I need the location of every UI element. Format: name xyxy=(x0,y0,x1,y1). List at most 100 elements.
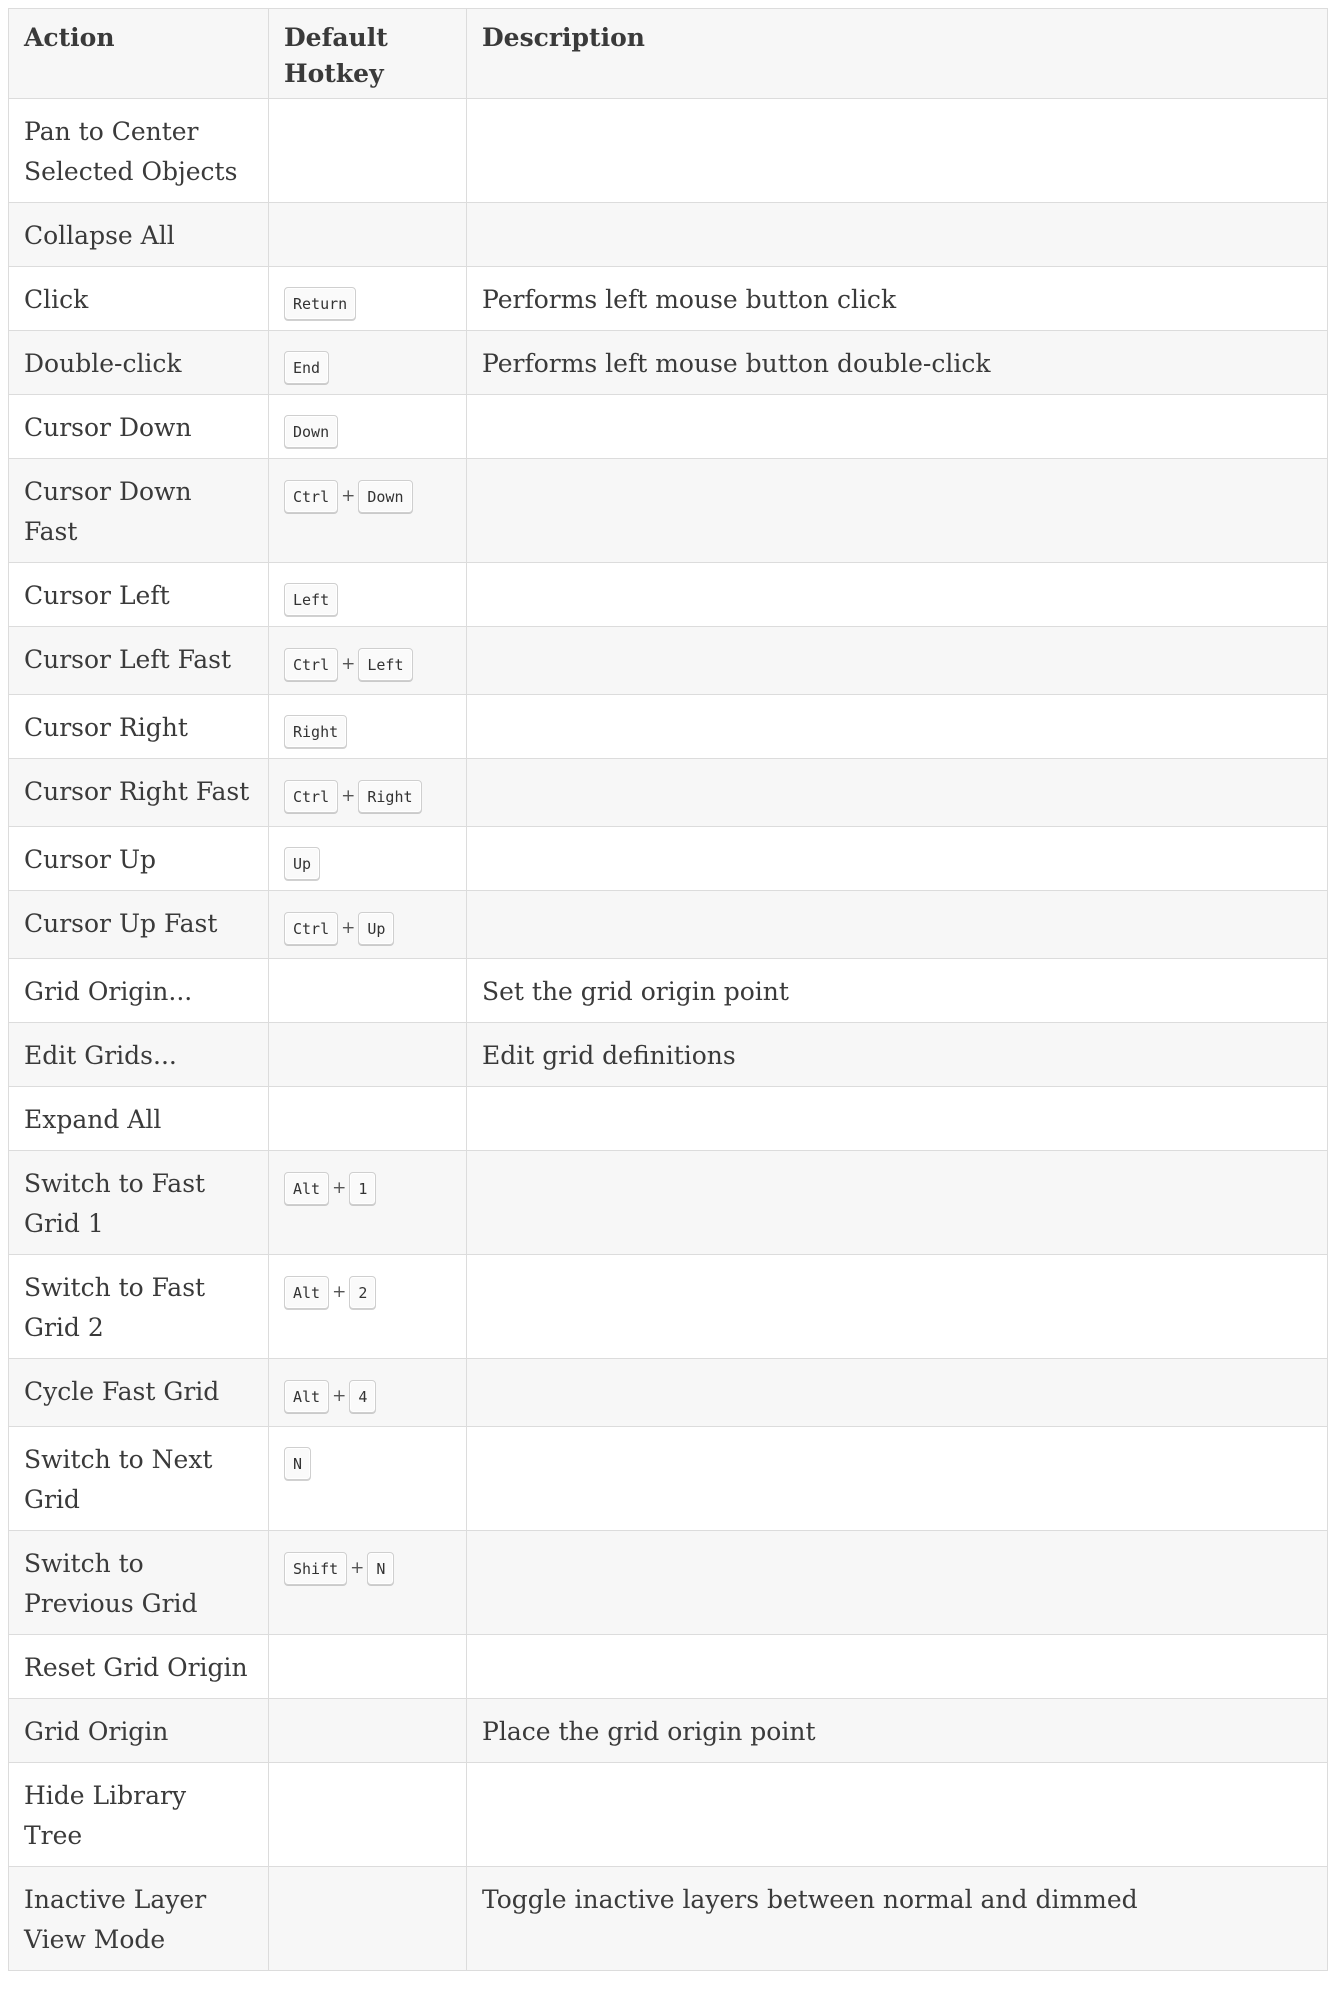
hotkey-table: Action Default Hotkey Description Pan to… xyxy=(8,8,1328,1971)
key-cap: Alt xyxy=(284,1275,330,1309)
action-cell: Double-click xyxy=(8,330,269,395)
description-cell xyxy=(466,758,1328,827)
hotkey-cell: Ctrl + Down xyxy=(268,458,467,563)
action-cell: Cursor Up Fast xyxy=(8,890,269,959)
hotkey-cell: Return xyxy=(268,266,467,331)
table-row: Hide Library Tree xyxy=(8,1762,1328,1867)
hotkey-cell xyxy=(268,1866,467,1971)
action-cell: Cursor Up xyxy=(8,826,269,891)
key-cap: Return xyxy=(284,287,357,320)
action-cell: Switch to Fast Grid 2 xyxy=(8,1254,269,1359)
key-cap: Up xyxy=(358,911,395,945)
key-cap: Down xyxy=(358,479,413,513)
key-plus-separator: + xyxy=(332,1178,347,1198)
key-cap: Ctrl xyxy=(284,779,339,813)
key-cap: 2 xyxy=(349,1275,377,1309)
hotkey-cell xyxy=(268,98,467,203)
key-plus-separator: + xyxy=(332,1282,347,1302)
header-action: Action xyxy=(8,8,269,99)
table-row: Switch to Fast Grid 1 Alt +1 xyxy=(8,1150,1328,1255)
hotkey-cell xyxy=(268,1086,467,1151)
key-plus-separator: + xyxy=(341,654,356,674)
action-cell: Switch to Previous Grid xyxy=(8,1530,269,1635)
description-cell xyxy=(466,694,1328,759)
description-cell xyxy=(466,98,1328,203)
key-cap: Ctrl xyxy=(284,911,339,945)
hotkey-cell: Alt +2 xyxy=(268,1254,467,1359)
table-row: Inactive Layer View Mode Toggle inactive … xyxy=(8,1866,1328,1971)
hotkey-cell xyxy=(268,1698,467,1763)
table-row: Edit Grids... Edit grid definitions xyxy=(8,1022,1328,1087)
description-cell xyxy=(466,890,1328,959)
hotkey-cell xyxy=(268,1022,467,1087)
table-row: Cursor Left Left xyxy=(8,562,1328,627)
description-cell xyxy=(466,1358,1328,1427)
table-row: Cursor Down Fast Ctrl + Down xyxy=(8,458,1328,563)
key-cap: Ctrl xyxy=(284,479,339,513)
key-plus-separator: + xyxy=(350,1558,365,1578)
table-row: Cursor Down Down xyxy=(8,394,1328,459)
action-cell: Grid Origin... xyxy=(8,958,269,1023)
action-cell: Cursor Left xyxy=(8,562,269,627)
key-cap: Left xyxy=(358,647,413,681)
action-cell: Collapse All xyxy=(8,202,269,267)
table-row: Click Return Performs left mouse button cl… xyxy=(8,266,1328,331)
action-cell: Expand All xyxy=(8,1086,269,1151)
table-row: Grid Origin... Set the grid origin point xyxy=(8,958,1328,1023)
description-cell xyxy=(466,1762,1328,1867)
hotkey-cell: Alt +1 xyxy=(268,1150,467,1255)
description-cell xyxy=(466,626,1328,695)
key-cap: Right xyxy=(358,779,422,813)
action-cell: Cursor Right xyxy=(8,694,269,759)
description-cell xyxy=(466,1086,1328,1151)
table-row: Cursor Right Right xyxy=(8,694,1328,759)
table-row: Pan to Center Selected Objects xyxy=(8,98,1328,203)
key-cap: Up xyxy=(284,847,321,880)
table-row: Switch to Next Grid N xyxy=(8,1426,1328,1531)
description-cell xyxy=(466,1426,1328,1531)
table-row: Cycle Fast Grid Alt +4 xyxy=(8,1358,1328,1427)
key-cap: 4 xyxy=(349,1379,377,1413)
table-row: Expand All xyxy=(8,1086,1328,1151)
key-cap: Down xyxy=(284,415,339,448)
table-row: Cursor Up Up xyxy=(8,826,1328,891)
hotkey-cell xyxy=(268,1634,467,1699)
description-cell xyxy=(466,1530,1328,1635)
table-row: Switch to Previous Grid Shift + N xyxy=(8,1530,1328,1635)
action-cell: Switch to Fast Grid 1 xyxy=(8,1150,269,1255)
key-cap: Shift xyxy=(284,1551,348,1585)
hotkey-cell xyxy=(268,1762,467,1867)
hotkey-cell: Shift + N xyxy=(268,1530,467,1635)
action-cell: Click xyxy=(8,266,269,331)
key-plus-separator: + xyxy=(332,1386,347,1406)
action-cell: Cursor Right Fast xyxy=(8,758,269,827)
key-cap: Right xyxy=(284,715,348,748)
header-description: Description xyxy=(466,8,1328,99)
description-cell xyxy=(466,1150,1328,1255)
action-cell: Cursor Left Fast xyxy=(8,626,269,695)
hotkey-cell: Right xyxy=(268,694,467,759)
description-cell xyxy=(466,1634,1328,1699)
action-cell: Cycle Fast Grid xyxy=(8,1358,269,1427)
table-row: Grid Origin Place the grid origin point xyxy=(8,1698,1328,1763)
hotkey-cell xyxy=(268,202,467,267)
key-cap: N xyxy=(284,1447,312,1480)
action-cell: Pan to Center Selected Objects xyxy=(8,98,269,203)
description-cell xyxy=(466,202,1328,267)
description-cell: Place the grid origin point xyxy=(466,1698,1328,1763)
description-cell xyxy=(466,394,1328,459)
description-cell xyxy=(466,826,1328,891)
action-cell: Switch to Next Grid xyxy=(8,1426,269,1531)
action-cell: Edit Grids... xyxy=(8,1022,269,1087)
table-body: Pan to Center Selected Objects Collapse A… xyxy=(8,98,1328,1971)
hotkey-cell: Ctrl + Left xyxy=(268,626,467,695)
hotkey-cell xyxy=(268,958,467,1023)
description-cell xyxy=(466,1254,1328,1359)
key-plus-separator: + xyxy=(341,486,356,506)
table-row: Collapse All xyxy=(8,202,1328,267)
table-row: Cursor Up Fast Ctrl + Up xyxy=(8,890,1328,959)
description-cell: Set the grid origin point xyxy=(466,958,1328,1023)
description-cell: Performs left mouse button double-click xyxy=(466,330,1328,395)
description-cell: Toggle inactive layers between normal an… xyxy=(466,1866,1328,1971)
table-row: Cursor Right Fast Ctrl + Right xyxy=(8,758,1328,827)
